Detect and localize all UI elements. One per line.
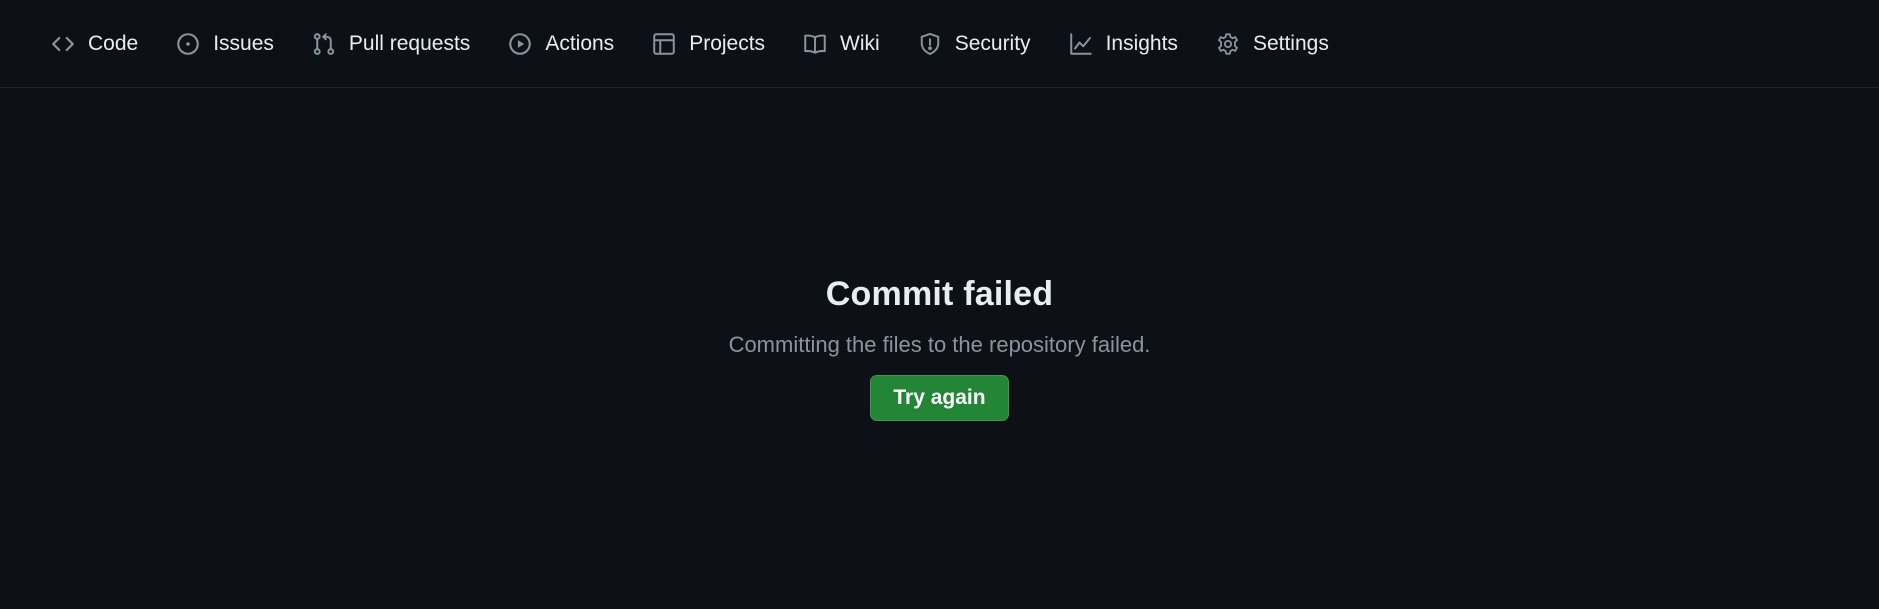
tab-label: Insights [1105,31,1178,55]
error-blankslate: Commit failed Committing the files to th… [0,274,1879,421]
play-icon [507,31,533,57]
tab-label: Issues [213,31,274,55]
tab-insights[interactable]: Insights [1056,22,1190,66]
tab-label: Security [954,31,1031,55]
code-icon [50,31,76,57]
tab-issues[interactable]: Issues [163,22,286,66]
tab-label: Actions [545,31,615,55]
issue-opened-icon [175,31,201,57]
tab-label: Projects [689,31,766,55]
tab-wiki[interactable]: Wiki [790,22,892,66]
error-title: Commit failed [825,275,1054,313]
table-icon [651,31,677,57]
tab-projects[interactable]: Projects [639,22,777,66]
tab-security[interactable]: Security [905,22,1043,66]
main-content: Commit failed Committing the files to th… [0,88,1879,609]
tab-label: Code [88,31,139,55]
tab-settings[interactable]: Settings [1203,22,1341,66]
tab-label: Wiki [840,31,880,55]
repository-navigation: Code Issues Pull requests Actions Projec… [0,0,1879,88]
git-pull-request-icon [311,31,337,57]
shield-icon [917,31,943,57]
error-description: Committing the files to the repository f… [728,332,1151,357]
tab-actions[interactable]: Actions [495,22,626,66]
nav-list: Code Issues Pull requests Actions Projec… [0,0,1879,87]
tab-label: Settings [1252,31,1329,55]
gear-icon [1215,31,1241,57]
try-again-button[interactable]: Try again [870,375,1009,421]
graph-icon [1068,31,1094,57]
tab-label: Pull requests [348,31,471,55]
tab-code[interactable]: Code [38,22,150,66]
book-icon [802,31,828,57]
tab-pull-requests[interactable]: Pull requests [299,22,482,66]
